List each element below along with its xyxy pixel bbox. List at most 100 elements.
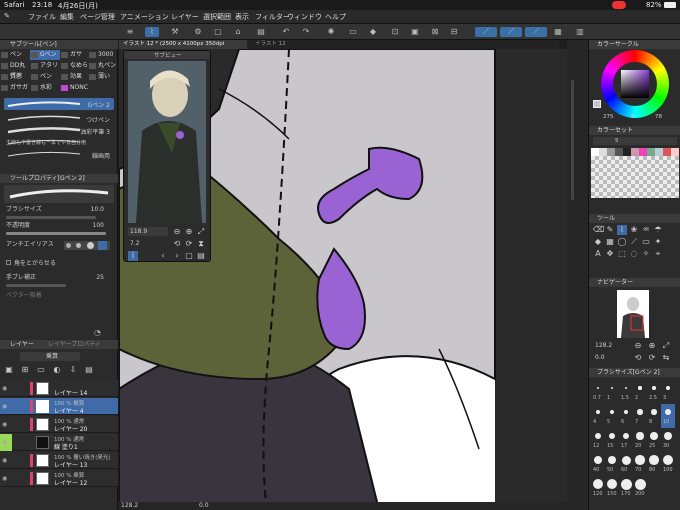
subtool-tab-effect[interactable]: 効果 (60, 72, 88, 82)
rotate-left-icon[interactable]: ⟲ (172, 239, 182, 249)
fit-icon[interactable]: ⤢ (196, 227, 206, 237)
main-color-swatch[interactable] (593, 100, 601, 108)
opacity-slider[interactable] (6, 232, 106, 235)
brush-size-option[interactable]: 2 (633, 380, 647, 404)
brush-size-option[interactable]: 7 (633, 404, 647, 428)
merge-icon[interactable]: ⇩ (68, 365, 78, 375)
subtool-tab-gasa[interactable]: ガサ (60, 50, 88, 60)
gradient-icon[interactable]: ▦ (605, 237, 615, 247)
brush-size-option[interactable]: 25 (647, 428, 661, 452)
stabilize-3-icon[interactable]: ⟋ (525, 27, 547, 37)
stabilize-slider[interactable] (6, 284, 66, 287)
nav-fit-icon[interactable]: ⤢ (661, 341, 671, 351)
eye-icon[interactable]: ◉ (2, 439, 9, 446)
stroke-line[interactable]: 線画用 (4, 148, 114, 160)
nav-zoom-in-icon[interactable]: ⊕ (647, 341, 657, 351)
scrollbar[interactable] (571, 80, 574, 200)
subtool-tab-texture[interactable]: 質感 (0, 72, 30, 82)
save-icon[interactable]: ▤ (256, 27, 266, 37)
fill-icon[interactable]: ◆ (368, 27, 378, 37)
color-wheel[interactable] (601, 50, 669, 118)
subtool-tab-gpen[interactable]: Gペン (30, 50, 60, 60)
brush-size-option[interactable]: 6 (619, 404, 633, 428)
subview-title[interactable]: サブビュー (124, 51, 210, 59)
invert-icon[interactable]: ⊟ (449, 27, 459, 37)
subtool-tab-watercolor[interactable]: 水彩 (30, 83, 60, 93)
subtool-tab-nonc[interactable]: NONC (60, 83, 90, 93)
subview-angle[interactable]: 7.2 (130, 240, 140, 247)
subtool-tab-pen[interactable]: ペン (0, 50, 30, 60)
tool-header[interactable]: ツール (589, 214, 680, 223)
mask-icon[interactable]: ◐ (52, 365, 62, 375)
canvas-angle[interactable]: 0.0 (199, 502, 209, 509)
zoom-in-icon[interactable]: ⊕ (184, 227, 194, 237)
subtool-tab-3000[interactable]: 3000 (88, 50, 118, 60)
stroke-active[interactable]: Gペン 2 (4, 98, 114, 110)
pen-icon[interactable]: ⌇ (145, 27, 159, 37)
eraser-icon[interactable]: ⌫ (593, 225, 604, 235)
menu-animation[interactable]: アニメーション (120, 12, 169, 22)
lock-icon[interactable]: ▣ (4, 365, 14, 375)
brush-size-option[interactable]: 8 (647, 404, 661, 428)
brush-size-option[interactable]: 200 (633, 476, 647, 500)
layer-item[interactable]: ◉ 100 % 通常 レイヤー 20 (0, 416, 118, 433)
reset-icon[interactable]: ⧗ (196, 239, 206, 249)
reference-image[interactable] (128, 61, 206, 223)
color-picker-icon[interactable]: ⌖ (653, 249, 663, 259)
subtool-tab-atari[interactable]: アタリ (30, 61, 60, 71)
brush-size-option[interactable]: 5 (605, 404, 619, 428)
nav-zoom-out-icon[interactable]: ⊖ (633, 341, 643, 351)
brush-size-option[interactable]: 30 (661, 428, 675, 452)
brush-size-option[interactable]: 0.7 (591, 380, 605, 404)
stroke-main[interactable]: 主線も下書き線も一本でやる自分用 (4, 136, 114, 148)
redo-icon[interactable]: ↷ (301, 27, 311, 37)
stroke-tsuke[interactable]: つけペン (4, 112, 114, 124)
brush-size-option[interactable]: 12 (591, 428, 605, 452)
layer-item-selected[interactable]: ◉ 100 % 乗算 レイヤー 4 (0, 398, 118, 415)
menu-icon[interactable]: ≡ (125, 27, 135, 37)
toolprop-header[interactable]: ツールプロパティ[Gペン 2] (0, 174, 118, 183)
subtool-tab-dd[interactable]: DD丸ペン (0, 61, 30, 79)
prev-icon[interactable]: ‹ (158, 251, 168, 261)
text-icon[interactable]: A (593, 249, 603, 259)
brush-size-option[interactable]: 170 (619, 476, 633, 500)
tab-active[interactable]: イラスト 12 * (2500 x 4100px 350dpi 128.2%) (119, 40, 247, 56)
select-tool-icon[interactable]: ⬚ (617, 249, 627, 259)
antialias-selector[interactable] (64, 241, 110, 250)
eye-icon[interactable]: ◉ (2, 385, 9, 392)
menu-file[interactable]: ファイル (28, 12, 56, 22)
blend-mode-select[interactable]: 乗算 (20, 352, 80, 361)
tab-other[interactable]: イラスト 12 (251, 40, 311, 49)
nav-rotate-right-icon[interactable]: ⟳ (647, 353, 657, 363)
brush-size-option[interactable]: 4 (591, 404, 605, 428)
stabilize-2-icon[interactable]: ⟋ (500, 27, 522, 37)
brush-size-option[interactable]: 15 (605, 428, 619, 452)
color-set-select[interactable]: 5 (593, 137, 677, 145)
navigator-angle[interactable]: 0.0 (595, 354, 605, 361)
brush-size-option[interactable]: 70 (633, 452, 647, 476)
select-icon[interactable]: ▣ (410, 27, 420, 37)
eye-icon[interactable]: ◉ (2, 475, 9, 482)
wrench-icon[interactable]: ⚒ (170, 27, 180, 37)
navigator-header[interactable]: ナビゲーター (589, 278, 680, 287)
wand-icon[interactable]: ✧ (641, 249, 651, 259)
brush-size-option[interactable]: 100 (661, 452, 675, 476)
deselect-icon[interactable]: ⊠ (430, 27, 440, 37)
decoration-icon[interactable]: ❀ (629, 225, 639, 235)
brush-size-option[interactable]: 17 (619, 428, 633, 452)
clock-icon[interactable]: ◔ (94, 328, 101, 337)
open-icon[interactable]: ⌂ (233, 27, 243, 37)
menu-filter[interactable]: フィルター (255, 12, 290, 22)
grid-icon[interactable]: ▦ (553, 27, 563, 37)
navigator-preview[interactable] (617, 290, 649, 338)
balloon-icon[interactable]: ✦ (653, 237, 663, 247)
brush-size-option[interactable]: 120 (591, 476, 605, 500)
subtool-header[interactable]: サブツール[ペン] (0, 40, 118, 49)
menu-edit[interactable]: 編集 (60, 12, 74, 22)
navigator-zoom[interactable]: 128.2 (595, 342, 612, 349)
import-icon[interactable]: ▢ (184, 251, 194, 261)
brush-size-option[interactable]: 80 (647, 452, 661, 476)
nav-rotate-left-icon[interactable]: ⟲ (633, 353, 643, 363)
subtool-tab-pen2[interactable]: ペン (30, 72, 60, 82)
transform-icon[interactable]: ⊡ (390, 27, 400, 37)
